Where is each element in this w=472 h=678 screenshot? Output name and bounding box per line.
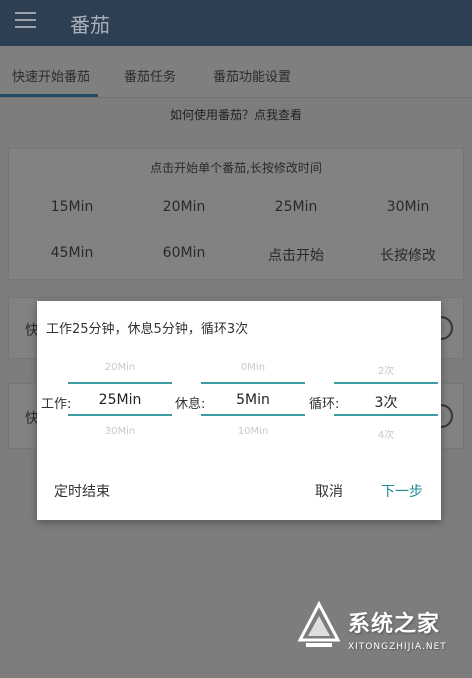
cycle-next-value[interactable]: 4次	[334, 426, 438, 441]
menu-icon[interactable]	[15, 12, 36, 28]
watermark: 系统之家 XITONGZHIJIA.NET	[296, 596, 468, 674]
app-title: 番茄	[70, 13, 110, 37]
long-press-edit-button[interactable]: 长按修改	[351, 245, 465, 265]
app-bar: 番茄	[0, 0, 472, 46]
quick-start-card: 点击开始单个番茄,长按修改时间 15Min 20Min 25Min 30Min …	[8, 148, 464, 280]
rest-prev-value[interactable]: 0Min	[201, 362, 305, 373]
cycle-prev-value[interactable]: 2次	[334, 362, 438, 377]
work-next-value[interactable]: 30Min	[68, 426, 172, 437]
work-prev-value[interactable]: 20Min	[68, 362, 172, 373]
work-picker[interactable]: 20Min 25Min 30Min	[68, 356, 172, 448]
watermark-logo-icon	[297, 600, 341, 647]
cycle-current-value[interactable]: 3次	[334, 392, 438, 412]
preset-30min-button[interactable]: 30Min	[351, 199, 465, 215]
cancel-button[interactable]: 取消	[315, 481, 343, 501]
work-current-value[interactable]: 25Min	[68, 392, 172, 408]
preset-25min-button[interactable]: 25Min	[239, 199, 353, 215]
tab-quick-start[interactable]: 快速开始番茄	[12, 66, 90, 85]
click-start-button[interactable]: 点击开始	[239, 245, 353, 265]
picker-divider	[68, 382, 172, 384]
picker-divider	[201, 414, 305, 416]
tab-bar: 快速开始番茄 番茄任务 番茄功能设置	[0, 46, 472, 98]
work-label: 工作:	[41, 397, 72, 412]
picker-divider	[68, 414, 172, 416]
watermark-url: XITONGZHIJIA.NET	[348, 642, 447, 652]
timed-end-button[interactable]: 定时结束	[54, 481, 110, 501]
dialog-title: 工作25分钟，休息5分钟，循环3次	[46, 322, 249, 337]
tab-settings[interactable]: 番茄功能设置	[213, 66, 291, 85]
rest-picker[interactable]: 0Min 5Min 10Min	[201, 356, 305, 448]
preset-60min-button[interactable]: 60Min	[127, 245, 241, 261]
picker-divider	[334, 414, 438, 416]
picker-divider	[201, 382, 305, 384]
rest-current-value[interactable]: 5Min	[201, 392, 305, 408]
preset-15min-button[interactable]: 15Min	[15, 199, 129, 215]
rest-next-value[interactable]: 10Min	[201, 426, 305, 437]
tab-indicator	[0, 94, 98, 97]
watermark-text: 系统之家	[348, 612, 441, 637]
quick-start-hint: 点击开始单个番茄,长按修改时间	[150, 161, 322, 175]
cycle-picker[interactable]: 2次 3次 4次	[334, 356, 438, 448]
preset-20min-button[interactable]: 20Min	[127, 199, 241, 215]
picker-divider	[334, 382, 438, 384]
tab-tasks[interactable]: 番茄任务	[124, 66, 176, 85]
help-link[interactable]: 如何使用番茄？点我查看	[0, 106, 472, 123]
preset-45min-button[interactable]: 45Min	[15, 245, 129, 261]
next-step-button[interactable]: 下一步	[381, 481, 423, 501]
cycle-setup-dialog: 工作25分钟，休息5分钟，循环3次 工作: 20Min 25Min 30Min …	[37, 301, 441, 520]
